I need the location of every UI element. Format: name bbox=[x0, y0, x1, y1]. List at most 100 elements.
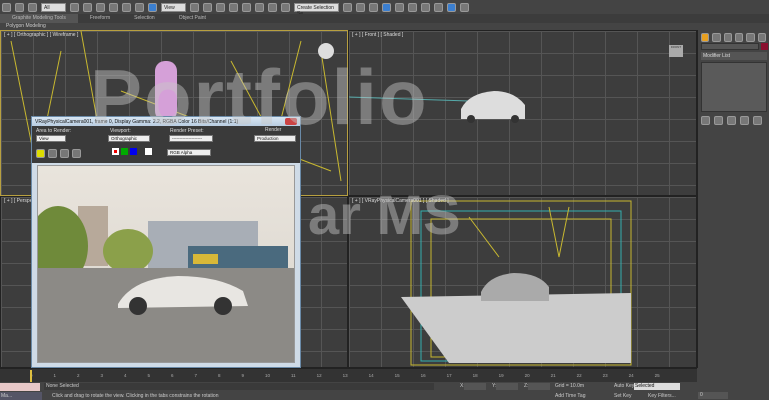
select-by-name-icon[interactable] bbox=[83, 2, 92, 12]
timeline[interactable]: 0123456789101112131415161718192021222324… bbox=[0, 368, 697, 382]
align-icon[interactable] bbox=[356, 2, 365, 12]
show-end-result-icon[interactable] bbox=[714, 116, 723, 125]
configure-sets-icon[interactable] bbox=[753, 116, 762, 125]
viewport-front[interactable]: [ + ] [ Front ] [ Shaded ] FRONT bbox=[348, 30, 697, 196]
timeline-tick: 10 bbox=[265, 373, 271, 378]
tab-graphite-modeling-tools[interactable]: Graphite Modeling Tools bbox=[0, 14, 78, 23]
window-crossing-icon[interactable] bbox=[109, 2, 118, 12]
selection-filter-dropdown[interactable]: All bbox=[41, 2, 66, 12]
red-channel-icon[interactable] bbox=[112, 148, 119, 155]
keyboard-shortcut-icon[interactable] bbox=[216, 2, 225, 12]
make-unique-icon[interactable] bbox=[727, 116, 736, 125]
pin-stack-icon[interactable] bbox=[701, 116, 710, 125]
timeline-tick: 17 bbox=[446, 373, 452, 378]
timeline-tick: 4 bbox=[124, 373, 127, 378]
select-manipulate-icon[interactable] bbox=[203, 2, 212, 12]
viewport-label[interactable]: [ + ] [ Orthographic ] [ Wireframe ] bbox=[4, 32, 78, 38]
front-scene bbox=[349, 91, 525, 123]
remove-modifier-icon[interactable] bbox=[740, 116, 749, 125]
scale-icon[interactable] bbox=[148, 2, 157, 12]
save-image-icon[interactable] bbox=[36, 149, 45, 158]
script-tab[interactable]: Ma... bbox=[0, 392, 42, 400]
close-icon[interactable] bbox=[285, 118, 297, 125]
unlink-icon[interactable] bbox=[15, 2, 24, 12]
auto-key-button[interactable]: Auto Key bbox=[614, 383, 634, 389]
move-icon[interactable] bbox=[122, 2, 131, 12]
named-selection-dropdown[interactable]: Create Selection Se bbox=[294, 2, 339, 17]
area-to-render-dropdown[interactable]: View bbox=[36, 135, 66, 142]
viewport-label: Viewport: bbox=[110, 128, 131, 134]
key-filters-button[interactable]: Key Filters... bbox=[648, 393, 676, 399]
create-tab-icon[interactable] bbox=[701, 33, 710, 42]
select-icon[interactable] bbox=[70, 2, 79, 12]
clone-icon[interactable] bbox=[48, 149, 57, 158]
tab-object-paint[interactable]: Object Paint bbox=[167, 14, 218, 23]
print-icon[interactable] bbox=[60, 149, 69, 158]
clear-icon[interactable] bbox=[72, 149, 81, 158]
tab-freeform[interactable]: Freeform bbox=[78, 14, 122, 23]
viewport-label[interactable]: [ + ] [ VRayPhysicalCamera001 ] [ Shaded… bbox=[352, 198, 449, 204]
ribbon-icon[interactable] bbox=[382, 2, 391, 12]
car-front-view bbox=[461, 91, 525, 119]
percent-snap-icon[interactable] bbox=[255, 2, 264, 12]
object-name-field[interactable] bbox=[701, 43, 759, 50]
viewport-dropdown[interactable]: Orthographic bbox=[108, 135, 150, 142]
ref-coord-dropdown[interactable]: View bbox=[161, 2, 186, 12]
blue-channel-icon[interactable] bbox=[130, 148, 137, 155]
car-camera-view bbox=[481, 273, 549, 301]
maxscript-listener[interactable] bbox=[0, 383, 40, 391]
bind-icon[interactable] bbox=[28, 2, 37, 12]
edit-named-selection-icon[interactable] bbox=[281, 2, 290, 12]
utilities-tab-icon[interactable] bbox=[757, 33, 766, 42]
render-mode-dropdown[interactable]: Production bbox=[254, 135, 296, 142]
curve-editor-icon[interactable] bbox=[395, 2, 404, 12]
timeline-tick: 18 bbox=[472, 373, 478, 378]
schematic-icon[interactable] bbox=[408, 2, 417, 12]
add-time-tag[interactable]: Add Time Tag bbox=[555, 393, 585, 399]
angle-snap-icon[interactable] bbox=[242, 2, 251, 12]
modifier-list-dropdown[interactable]: Modifier List bbox=[701, 52, 767, 60]
timeline-tick: 11 bbox=[291, 373, 296, 378]
status-bar: Ma... None Selected Click and drag to ro… bbox=[0, 382, 769, 400]
channel-buttons bbox=[112, 148, 152, 155]
pivot-icon[interactable] bbox=[190, 2, 199, 12]
polygon-modeling-panel[interactable]: Polygon Modeling bbox=[0, 23, 769, 30]
time-slider[interactable] bbox=[30, 370, 32, 382]
selection-status: None Selected bbox=[44, 383, 434, 390]
timeline-tick: 5 bbox=[147, 373, 151, 378]
link-icon[interactable] bbox=[2, 2, 11, 12]
render-icon[interactable] bbox=[460, 2, 469, 12]
layer-icon[interactable] bbox=[369, 2, 378, 12]
viewport-label[interactable]: [ + ] [ Front ] [ Shaded ] bbox=[352, 32, 403, 38]
display-tab-icon[interactable] bbox=[746, 33, 755, 42]
rendered-frame-icon[interactable] bbox=[447, 2, 456, 12]
render-button[interactable]: Render bbox=[265, 127, 281, 133]
tab-selection[interactable]: Selection bbox=[122, 14, 167, 23]
channel-dropdown[interactable]: RGB Alpha bbox=[167, 149, 211, 156]
render-preset-dropdown[interactable]: -------------------- bbox=[169, 135, 213, 142]
rotate-icon[interactable] bbox=[135, 2, 144, 12]
spinner-snap-icon[interactable] bbox=[268, 2, 277, 12]
region-select-icon[interactable] bbox=[96, 2, 105, 12]
color-swatch[interactable] bbox=[145, 148, 152, 155]
modifier-stack[interactable] bbox=[701, 62, 767, 112]
x-coord-field[interactable] bbox=[464, 383, 486, 390]
green-channel-icon[interactable] bbox=[121, 148, 128, 155]
set-key-button[interactable]: Set Key bbox=[614, 393, 632, 399]
current-frame-field[interactable]: 0 bbox=[698, 392, 728, 399]
y-coord-field[interactable] bbox=[496, 383, 518, 390]
modify-tab-icon[interactable] bbox=[712, 33, 721, 42]
material-editor-icon[interactable] bbox=[421, 2, 430, 12]
hierarchy-tab-icon[interactable] bbox=[723, 33, 732, 42]
render-setup-icon[interactable] bbox=[434, 2, 443, 12]
timeline-tick: 9 bbox=[241, 373, 245, 378]
mirror-icon[interactable] bbox=[343, 2, 352, 12]
key-mode-dropdown[interactable]: Selected bbox=[634, 383, 680, 390]
snap-icon[interactable] bbox=[229, 2, 238, 12]
motion-tab-icon[interactable] bbox=[734, 33, 744, 42]
timeline-tick: 19 bbox=[498, 373, 504, 378]
timeline-tick: 16 bbox=[420, 373, 426, 378]
object-color-swatch[interactable] bbox=[761, 43, 768, 50]
z-coord-field[interactable] bbox=[528, 383, 550, 390]
viewport-camera[interactable]: [ + ] [ VRayPhysicalCamera001 ] [ Shaded… bbox=[348, 196, 697, 368]
